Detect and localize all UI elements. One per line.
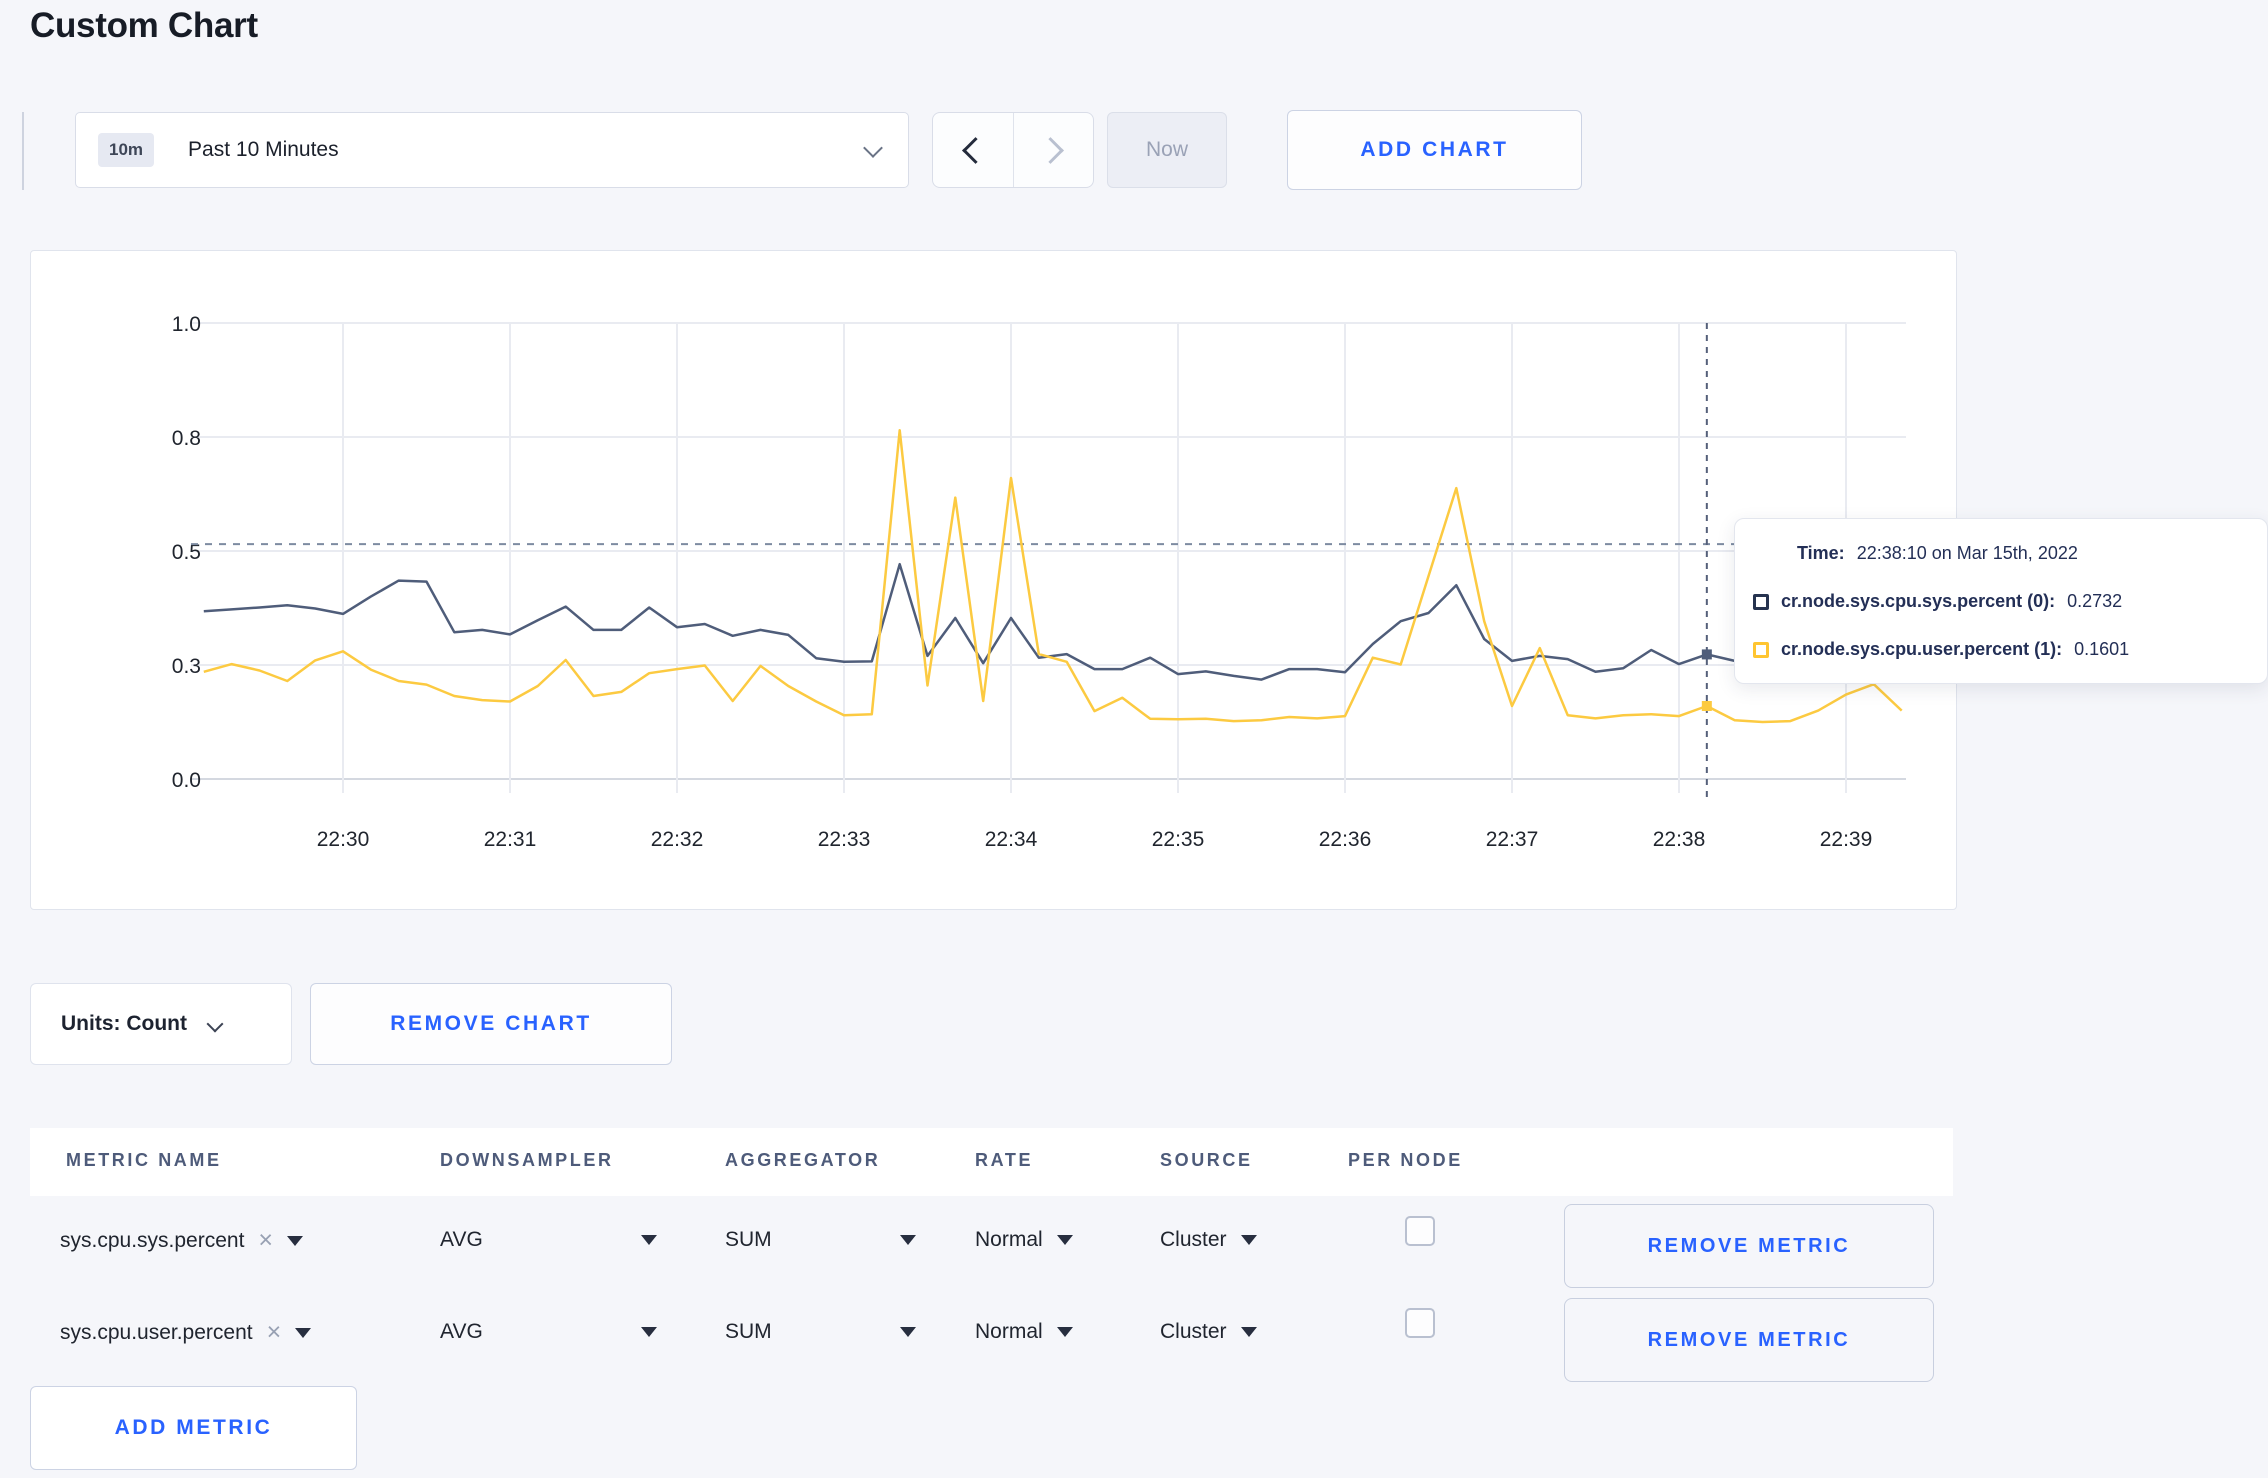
svg-text:22:39: 22:39 — [1820, 828, 1873, 851]
metric-name-select[interactable]: sys.cpu.sys.percent × — [60, 1228, 304, 1253]
svg-text:22:34: 22:34 — [985, 828, 1038, 851]
clear-metric-icon[interactable]: × — [258, 1228, 273, 1253]
downsampler-dropdown-icon[interactable] — [640, 1235, 657, 1245]
source-value: Cluster — [1160, 1320, 1227, 1343]
chevron-down-icon — [863, 138, 883, 158]
table-row: sys.cpu.user.percent × AVG SUM Normal Cl… — [30, 1290, 1953, 1384]
svg-text:22:31: 22:31 — [484, 828, 537, 851]
tooltip-series-row: cr.node.sys.cpu.sys.percent (0): 0.2732 — [1753, 591, 2122, 612]
source-select[interactable]: Cluster — [1160, 1320, 1257, 1344]
per-node-checkbox[interactable] — [1405, 1308, 1435, 1338]
time-back-button[interactable] — [933, 113, 1014, 187]
metric-name-value: sys.cpu.sys.percent — [60, 1228, 245, 1252]
add-chart-button[interactable]: ADD CHART — [1287, 110, 1582, 190]
column-header-metric-name: METRIC NAME — [66, 1150, 222, 1170]
metric-name-select[interactable]: sys.cpu.user.percent × — [60, 1320, 312, 1345]
series-line-0 — [203, 562, 1902, 681]
metric-dropdown-icon[interactable] — [287, 1235, 304, 1246]
chevron-down-icon — [206, 1015, 224, 1033]
svg-text:22:38: 22:38 — [1653, 828, 1706, 851]
column-header-aggregator: AGGREGATOR — [725, 1150, 881, 1170]
units-label: Units: Count — [61, 1012, 187, 1035]
chevron-left-icon — [962, 136, 990, 164]
time-range-badge: 10m — [98, 133, 155, 167]
tooltip-series-value: 0.2732 — [2067, 591, 2123, 611]
chart-canvas[interactable]: 0.00.30.50.81.022:30 22:31 22:32 22:33 22:34… — [31, 251, 1956, 909]
svg-text:22:33: 22:33 — [818, 828, 871, 851]
chevron-right-icon — [1036, 136, 1064, 164]
aggregator-value: SUM — [725, 1320, 772, 1343]
time-nav-group — [932, 112, 1094, 188]
svg-text:0.3: 0.3 — [172, 655, 201, 678]
aggregator-dropdown-icon[interactable] — [899, 1327, 916, 1337]
chart-tooltip: Time: 22:38:10 on Mar 15th, 2022 cr.node… — [1734, 518, 2268, 684]
series-user-swatch-icon — [1753, 641, 1769, 658]
time-range-label: Past 10 Minutes — [188, 138, 339, 161]
series-sys-swatch-icon — [1753, 593, 1769, 610]
per-node-checkbox[interactable] — [1405, 1216, 1435, 1246]
aggregator-value: SUM — [725, 1228, 772, 1251]
rate-select[interactable]: Normal — [975, 1228, 1073, 1252]
time-forward-button[interactable] — [1014, 113, 1094, 187]
downsampler-dropdown-icon[interactable] — [640, 1327, 657, 1337]
svg-text:1.0: 1.0 — [172, 313, 201, 336]
metric-name-value: sys.cpu.user.percent — [60, 1320, 253, 1344]
tooltip-time-label: Time: — [1797, 543, 1845, 563]
tooltip-time-row: Time: 22:38:10 on Mar 15th, 2022 — [1797, 543, 2078, 564]
metrics-table-header: METRIC NAME DOWNSAMPLER AGGREGATOR RATE … — [30, 1128, 1953, 1196]
aggregator-select[interactable]: SUM — [725, 1228, 916, 1252]
column-header-per-node: PER NODE — [1348, 1150, 1463, 1170]
rate-value: Normal — [975, 1320, 1043, 1343]
svg-text:0.8: 0.8 — [172, 427, 201, 450]
svg-text:0.0: 0.0 — [172, 769, 201, 792]
downsampler-select[interactable]: AVG — [440, 1228, 657, 1252]
rate-dropdown-icon[interactable] — [1056, 1235, 1073, 1245]
source-dropdown-icon[interactable] — [1240, 1327, 1257, 1337]
metric-dropdown-icon[interactable] — [295, 1327, 312, 1338]
downsampler-select[interactable]: AVG — [440, 1320, 657, 1344]
clear-metric-icon[interactable]: × — [267, 1320, 282, 1345]
rate-select[interactable]: Normal — [975, 1320, 1073, 1344]
page-title: Custom Chart — [30, 6, 258, 45]
downsampler-value: AVG — [440, 1228, 483, 1251]
rate-value: Normal — [975, 1228, 1043, 1251]
aggregator-dropdown-icon[interactable] — [899, 1235, 916, 1245]
toolbar-divider — [22, 112, 24, 190]
now-button[interactable]: Now — [1107, 112, 1227, 188]
rate-dropdown-icon[interactable] — [1056, 1327, 1073, 1337]
table-row: sys.cpu.sys.percent × AVG SUM Normal Clu… — [30, 1196, 1953, 1290]
series-line-1 — [203, 428, 1903, 724]
remove-metric-button[interactable]: REMOVE METRIC — [1564, 1298, 1934, 1382]
add-metric-button[interactable]: ADD METRIC — [30, 1386, 357, 1470]
svg-text:22:35: 22:35 — [1152, 828, 1205, 851]
tooltip-series-label: cr.node.sys.cpu.user.percent (1): — [1781, 639, 2063, 659]
svg-text:22:37: 22:37 — [1486, 828, 1539, 851]
aggregator-select[interactable]: SUM — [725, 1320, 916, 1344]
remove-metric-button[interactable]: REMOVE METRIC — [1564, 1204, 1934, 1288]
tooltip-time-value: 22:38:10 on Mar 15th, 2022 — [1856, 543, 2078, 563]
remove-chart-button[interactable]: REMOVE CHART — [310, 983, 672, 1065]
column-header-downsampler: DOWNSAMPLER — [440, 1150, 614, 1170]
svg-text:22:30: 22:30 — [317, 828, 370, 851]
chart-card: 0.0 0.3 0.5 0.8 1.0 22:30 22:31 22:32 22:33 22:34… — [30, 250, 1957, 910]
source-value: Cluster — [1160, 1228, 1227, 1251]
svg-text:22:36: 22:36 — [1319, 828, 1372, 851]
column-header-rate: RATE — [975, 1150, 1034, 1170]
source-dropdown-icon[interactable] — [1240, 1235, 1257, 1245]
svg-text:22:32: 22:32 — [651, 828, 704, 851]
downsampler-value: AVG — [440, 1320, 483, 1343]
time-range-select[interactable]: 10m Past 10 Minutes — [75, 112, 909, 188]
tooltip-series-row: cr.node.sys.cpu.user.percent (1): 0.1601 — [1753, 639, 2129, 660]
column-header-source: SOURCE — [1160, 1150, 1253, 1170]
units-select[interactable]: Units: Count — [30, 983, 292, 1065]
tooltip-series-value: 0.1601 — [2074, 639, 2130, 659]
tooltip-series-label: cr.node.sys.cpu.sys.percent (0): — [1781, 591, 2056, 611]
source-select[interactable]: Cluster — [1160, 1228, 1257, 1252]
